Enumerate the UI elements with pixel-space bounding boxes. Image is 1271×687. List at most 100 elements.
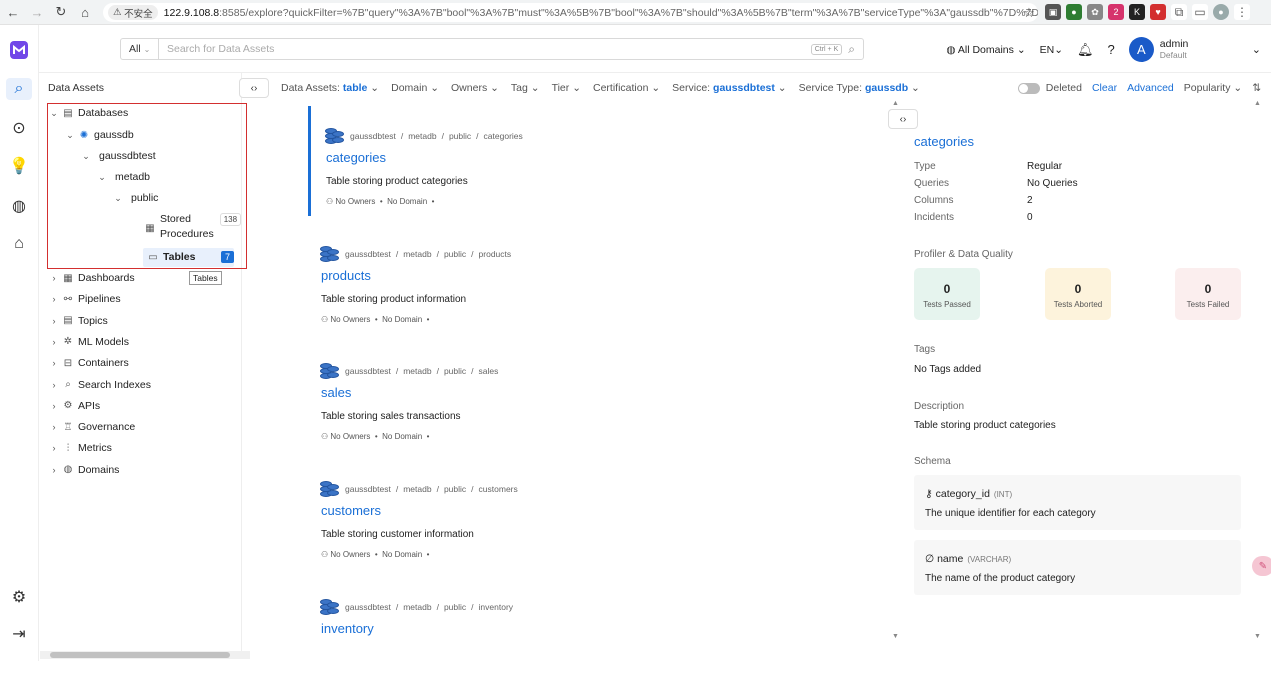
toggle-switch[interactable] [1017,82,1040,94]
advanced-button[interactable]: Advanced [1127,82,1174,94]
filter-tag[interactable]: Tag ⌄ [511,82,540,94]
home-icon[interactable]: ⌂ [74,1,96,23]
owners-value[interactable]: No Owners [330,550,370,559]
sidebar-item-ml-models[interactable]: › ✲ ML Models [47,333,129,351]
sidebar-item-domains[interactable]: › ◍ Domains [47,461,120,479]
breadcrumb-item[interactable]: public [444,602,466,612]
chevron-down-icon[interactable]: ⌄ [111,193,125,204]
breadcrumb-item[interactable]: metadb [403,366,431,376]
extensions-puzzle-icon[interactable]: ⧉ [1171,4,1187,20]
logout-icon[interactable]: ⇥ [8,623,30,645]
filter-certification[interactable]: Certification ⌄ [593,82,660,94]
breadcrumb-item[interactable]: categories [484,131,523,141]
chevron-right-icon[interactable]: › [47,401,61,411]
sidebar-horizontal-scrollbar[interactable] [40,651,250,659]
breadcrumb-item[interactable]: public [444,249,466,259]
filter-data-assets[interactable]: Data Assets: table ⌄ [281,82,379,94]
breadcrumb-item[interactable]: gaussdbtest [345,249,391,259]
scroll-up-icon[interactable]: ▲ [892,100,899,107]
chevron-down-icon[interactable]: ⌄ [79,151,93,162]
scroll-up-icon[interactable]: ▲ [1254,100,1261,107]
chevron-right-icon[interactable]: › [47,443,61,453]
language-dropdown[interactable]: EN⌄ [1040,44,1063,56]
insights-icon[interactable]: 💡 [8,155,30,177]
breadcrumb-item[interactable]: products [479,249,512,259]
breadcrumb-item[interactable]: public [449,131,471,141]
domains-globe-icon[interactable]: ◍ [8,195,30,217]
sidebar-collapse-button[interactable]: ‹› [239,78,269,98]
tree-item-metadb[interactable]: ⌄ metadb [95,168,150,186]
extension-icon[interactable]: K [1129,4,1145,20]
profile-icon[interactable]: ● [1213,4,1229,20]
result-card[interactable]: gaussdbtest / metadb / public / sales sales Tabl… [300,341,860,451]
breadcrumb-item[interactable]: gaussdbtest [345,484,391,494]
result-card[interactable]: gaussdbtest / metadb / public / products produc… [300,224,860,334]
sidebar-item-dashboards[interactable]: › ▦ Dashboards [47,269,135,287]
result-card[interactable]: gaussdbtest / metadb / public / customers custo… [300,459,860,569]
breadcrumb-item[interactable]: gaussdbtest [345,366,391,376]
reload-icon[interactable]: ↻ [50,1,72,23]
sidebar-item-metrics[interactable]: › ⫶ Metrics [47,439,112,457]
owners-value[interactable]: No Owners [335,197,375,206]
chevron-right-icon[interactable]: › [47,337,61,347]
breadcrumb-item[interactable]: gaussdbtest [350,131,396,141]
sidebar-item-apis[interactable]: › ⚙ APIs [47,397,101,415]
chevron-right-icon[interactable]: › [47,422,61,432]
sidebar-item-topics[interactable]: › ▤ Topics [47,312,108,330]
floating-assistant-icon[interactable]: ✎ [1252,556,1271,576]
bookmark-star-icon[interactable]: ☆ [1018,2,1040,24]
result-name-link[interactable]: customers [321,503,381,518]
detail-collapse-button[interactable]: ‹› [888,109,918,129]
deleted-toggle[interactable]: Deleted [1017,82,1082,94]
chevron-right-icon[interactable]: › [47,294,61,304]
breadcrumb-item[interactable]: metadb [403,249,431,259]
sidebar-item-governance[interactable]: › ♖ Governance [47,418,136,436]
chevron-right-icon[interactable]: › [47,316,61,326]
result-name-link[interactable]: inventory [321,621,374,636]
domain-value[interactable]: No Domain [382,432,422,441]
sort-dropdown[interactable]: Popularity ⌄ [1184,82,1242,94]
browser-menu-icon[interactable]: ⋮ [1234,4,1250,20]
app-logo-icon[interactable] [8,39,30,61]
search-scope-select[interactable]: All ⌄ [121,39,159,59]
extension-icon[interactable]: ▣ [1045,4,1061,20]
sidebar-toggle-icon[interactable]: ▭ [1192,4,1208,20]
domains-dropdown[interactable]: ◍ All Domains ⌄ [946,44,1025,56]
domain-value[interactable]: No Domain [387,197,427,206]
explore-icon[interactable]: ⌕ [6,78,32,100]
chevron-right-icon[interactable]: › [47,380,61,390]
breadcrumb-item[interactable]: metadb [403,484,431,494]
chevron-down-icon[interactable]: ⌄ [63,130,77,141]
settings-icon[interactable]: ⚙ [8,586,30,608]
breadcrumb-item[interactable]: metadb [408,131,436,141]
result-card[interactable]: gaussdbtest / metadb / public / inventory inven… [300,577,860,687]
breadcrumb-item[interactable]: sales [479,366,499,376]
tree-item-database[interactable]: ⌄ gaussdbtest [79,147,155,165]
domain-value[interactable]: No Domain [382,315,422,324]
tree-item-stored-procedures[interactable]: ▦ Stored Procedures 138 [143,212,242,242]
clear-button[interactable]: Clear [1092,82,1117,94]
domain-value[interactable]: No Domain [382,550,422,559]
extension-icon[interactable]: 2 [1108,4,1124,20]
avatar[interactable]: A [1128,37,1154,62]
filter-service[interactable]: Service: gaussdbtest ⌄ [672,82,786,94]
scroll-down-icon[interactable]: ▼ [892,633,899,640]
filter-owners[interactable]: Owners ⌄ [451,82,499,94]
breadcrumb-item[interactable]: inventory [479,602,514,612]
user-menu[interactable]: A admin Default ⌄ [1128,37,1261,62]
result-name-link[interactable]: products [321,268,371,283]
filter-domain[interactable]: Domain ⌄ [391,82,439,94]
back-icon[interactable]: ← [2,1,24,23]
result-name-link[interactable]: sales [321,385,351,400]
chevron-right-icon[interactable]: › [47,358,61,368]
extension-icon[interactable]: ● [1066,4,1082,20]
chevron-right-icon[interactable]: › [47,273,61,283]
tree-item-public[interactable]: ⌄ public [111,189,158,207]
extension-icon[interactable]: ✿ [1087,4,1103,20]
scroll-down-icon[interactable]: ▼ [1254,633,1261,640]
incidents-link[interactable]: 0 [1027,212,1033,223]
breadcrumb-item[interactable]: public [444,484,466,494]
sort-order-icon[interactable]: ⇅ [1252,82,1261,94]
tree-item-tables[interactable]: ▭ Tables 7 [146,248,234,266]
search-input[interactable]: Search for Data Assets [159,43,811,55]
